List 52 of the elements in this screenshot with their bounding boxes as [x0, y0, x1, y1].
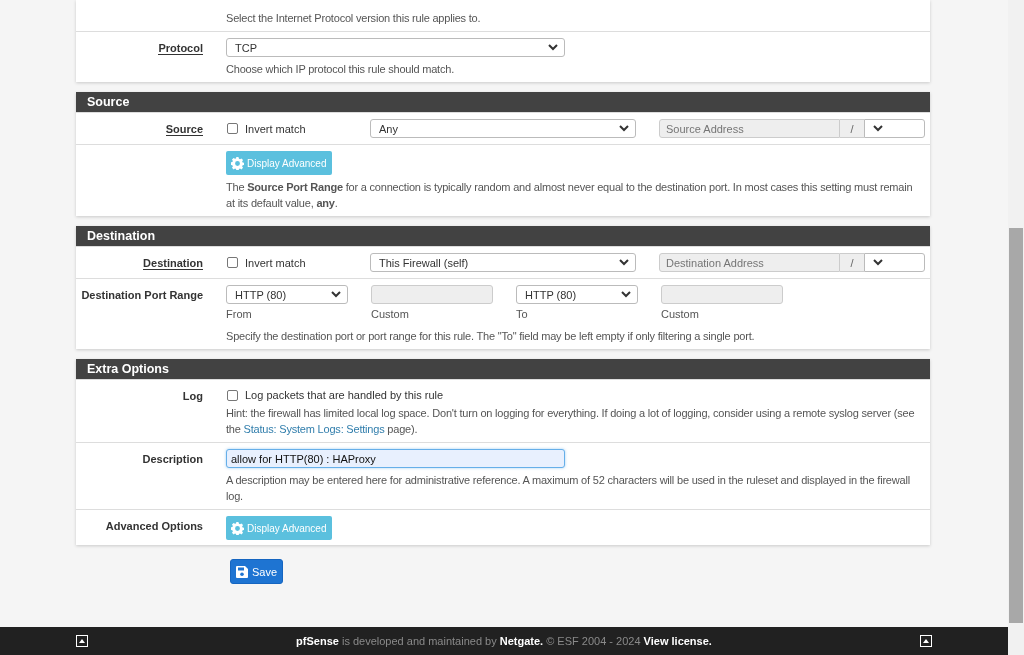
scroll-top-icon[interactable] — [920, 635, 932, 647]
type-dropdown[interactable]: This Firewall (self) — [370, 253, 636, 272]
field-label[interactable]: Source — [165, 119, 203, 136]
section-heading: Extra Options — [76, 359, 930, 379]
port-dropdown[interactable]: HTTP (80) — [226, 285, 348, 304]
field-label: Destination Port Range — [81, 288, 203, 301]
gear-icon — [231, 156, 244, 170]
section-heading: Source — [76, 92, 930, 112]
field-label: Advanced Options — [105, 519, 203, 532]
field-label: Description — [142, 452, 203, 465]
help-text: Select the Internet Protocol version this rule applies to. — [226, 11, 482, 26]
license-link[interactable]: View license. — [643, 635, 712, 647]
help-text: Specify the destination port or port range for this rule. The "To" field may be left empty if only filtering a single port. — [226, 329, 756, 344]
help-text: A description may be entered here for administrative reference. A maximum of 52 characters will be used in the ruleset and displayed in the firewall log. — [226, 473, 911, 504]
description-field[interactable]: allow for HTTP(80) : HAProxy — [226, 449, 565, 468]
field-label: Log — [182, 389, 203, 402]
help-text: Hint: the firewall has limited local log space. Don't turn on logging for everything. If doing a lot of logging, consider using a remote syslog server (see the Status: System Logs: Settings page). — [226, 406, 916, 437]
slash-addon: / — [840, 253, 864, 272]
checkbox[interactable] — [227, 257, 238, 268]
checkbox-label: Invert match — [245, 256, 307, 269]
chevron-icon — [619, 259, 629, 266]
gear-icon — [231, 521, 244, 535]
type-dropdown[interactable]: Any — [370, 119, 636, 138]
section-heading: Destination — [76, 226, 930, 246]
chevron-icon — [331, 291, 341, 298]
chevron-icon — [621, 291, 631, 298]
checkbox-label: Invert match — [245, 122, 307, 135]
chevron-icon — [873, 259, 883, 266]
field-label[interactable]: Destination — [143, 253, 203, 270]
caption-text: Custom — [371, 308, 410, 320]
port-dropdown[interactable]: HTTP (80) — [516, 285, 638, 304]
slash-addon: / — [840, 119, 864, 138]
scroll-top-icon[interactable] — [76, 635, 88, 647]
checkbox[interactable] — [227, 389, 238, 401]
footer-text: pfSense is developed and maintained by Netgate. © ESF 2004 - 2024 View license. — [296, 635, 712, 647]
help-text: Choose which IP protocol this rule should match. — [226, 62, 456, 77]
caption-text: From — [226, 308, 253, 320]
field-label[interactable]: Protocol — [158, 38, 203, 55]
chevron-icon — [873, 125, 883, 132]
help-text: The Source Port Range for a connection is typically random and almost never equal to the destination port. In most cases this setting must remain at its default value, any. — [226, 180, 914, 211]
checkbox-label: Log packets that are handled by this rule — [245, 389, 444, 401]
caption-text: Custom — [661, 308, 700, 320]
mask-dropdown[interactable] — [864, 253, 925, 272]
link[interactable]: Status: System Logs: Settings — [243, 423, 385, 435]
mask-dropdown[interactable] — [864, 119, 925, 138]
protocol-dropdown[interactable]: TCP — [226, 38, 565, 57]
scrollbar-thumb[interactable] — [1009, 228, 1023, 623]
caption-text: To — [516, 308, 529, 320]
chevron-icon — [548, 44, 558, 51]
checkbox[interactable] — [227, 123, 238, 134]
chevron-icon — [619, 125, 629, 132]
save-button[interactable]: Save — [230, 559, 284, 584]
